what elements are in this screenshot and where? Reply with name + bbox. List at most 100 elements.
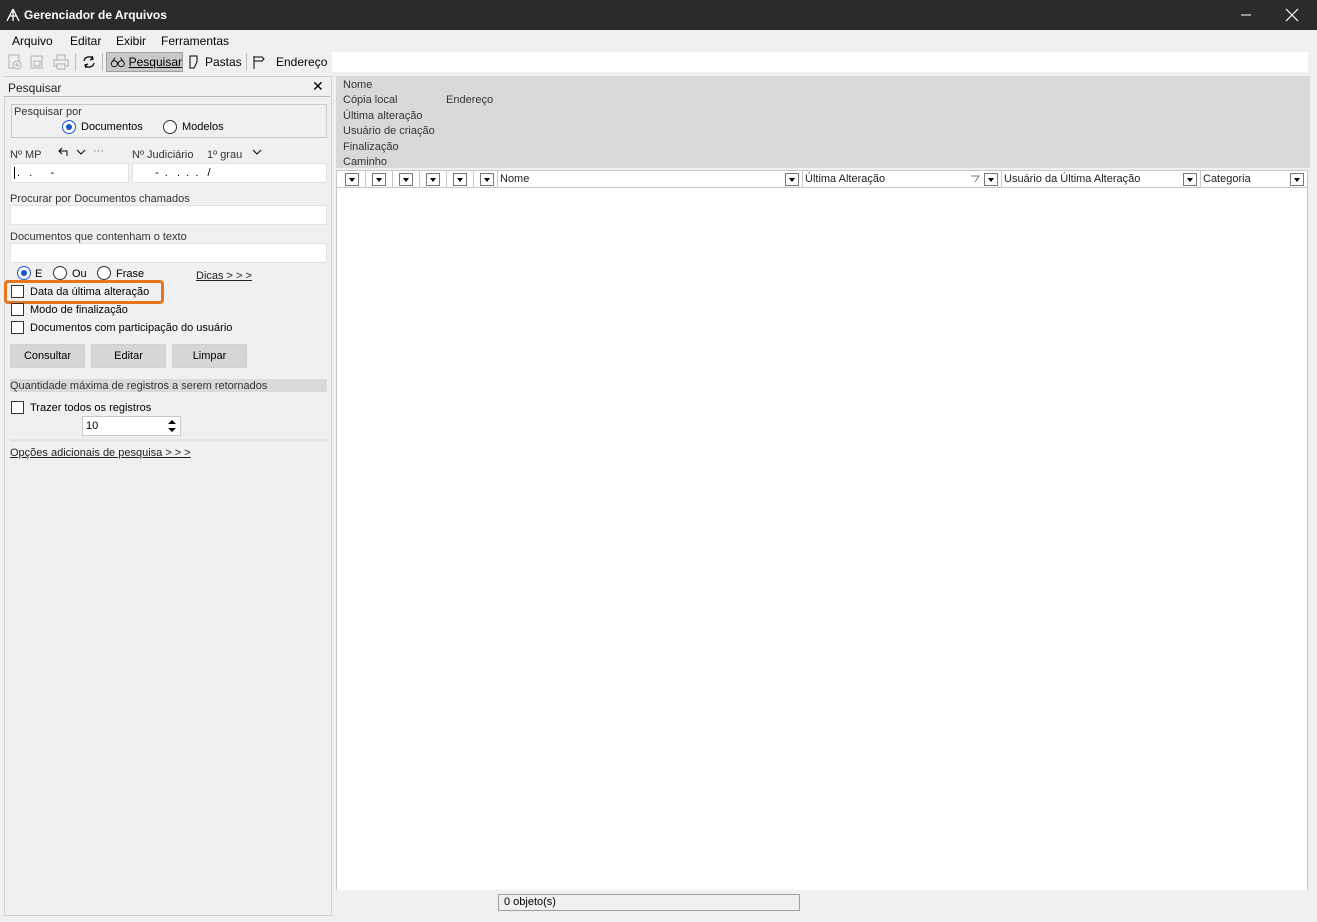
column-filter-dropdown[interactable] — [426, 173, 440, 186]
toolbar-separator — [102, 53, 103, 71]
address-input[interactable] — [332, 52, 1308, 72]
radio-or-label: Ou — [72, 268, 87, 280]
radio-documents[interactable] — [62, 120, 76, 134]
print-preview-icon[interactable] — [28, 52, 46, 72]
column-separator — [392, 171, 393, 187]
toolbar: Pesquisar Pastas Endereço — [0, 50, 332, 74]
minimize-icon[interactable] — [1232, 4, 1260, 26]
radio-phrase-label: Frase — [116, 268, 145, 280]
column-separator — [365, 171, 366, 187]
more-options-icon[interactable]: ··· — [93, 145, 104, 157]
menu-ferramentas[interactable]: Ferramentas — [161, 34, 229, 48]
address-label: Endereço — [276, 55, 328, 69]
add-document-icon[interactable] — [6, 52, 24, 72]
panel-title: Pesquisar — [8, 81, 62, 95]
highlight-box — [4, 280, 164, 304]
column-filter-dropdown[interactable] — [480, 173, 494, 186]
query-button[interactable]: Consultar — [10, 344, 85, 368]
chevron-down-icon[interactable] — [75, 147, 87, 157]
column-separator — [1001, 171, 1002, 187]
checkbox-finalization[interactable] — [11, 303, 24, 316]
column-header-category[interactable]: Categoria — [1203, 173, 1251, 185]
binoculars-icon — [110, 57, 125, 68]
close-panel-icon[interactable]: ✕ — [312, 78, 324, 95]
checkbox-all-records[interactable] — [11, 401, 24, 414]
edit-button[interactable]: Editar — [91, 344, 166, 368]
named-documents-field[interactable] — [10, 205, 327, 225]
window-title: Gerenciador de Arquivos — [24, 8, 167, 22]
search-panel-header: Pesquisar ✕ — [4, 77, 330, 97]
judicial-number-value: - . . . . / — [155, 167, 211, 179]
search-toggle-label: Pesquisar — [128, 55, 182, 69]
checkbox-finalization-label: Modo de finalização — [30, 304, 128, 316]
menu-exibir[interactable]: Exibir — [116, 34, 146, 48]
grid-header: Nome Última Alteração Usuário da Última … — [336, 170, 1308, 188]
max-records-label: Quantidade máxima de registros a serem r… — [10, 380, 268, 392]
column-separator — [1200, 171, 1201, 187]
menu-bar: Arquivo Editar Exibir Ferramentas — [0, 30, 1317, 50]
last-user-filter-dropdown[interactable] — [1183, 173, 1197, 186]
results-grid[interactable] — [336, 188, 1308, 890]
spinner-arrows-icon[interactable] — [167, 419, 177, 433]
detail-creator: Usuário de criação — [343, 125, 435, 137]
sort-icon — [971, 175, 980, 183]
folders-button[interactable]: Pastas — [187, 52, 243, 72]
print-icon[interactable] — [52, 52, 70, 72]
column-filter-dropdown[interactable] — [345, 173, 359, 186]
detail-finalization: Finalização — [343, 141, 399, 153]
column-header-last-change[interactable]: Última Alteração — [805, 173, 885, 185]
folders-label: Pastas — [205, 55, 242, 69]
judicial-number-field[interactable]: - . . . . / — [132, 163, 327, 183]
column-separator — [497, 171, 498, 187]
detail-last-change: Última alteração — [343, 110, 423, 122]
mp-number-field[interactable]: . . - — [10, 163, 129, 183]
menu-arquivo[interactable]: Arquivo — [12, 34, 53, 48]
radio-or[interactable] — [53, 266, 67, 280]
column-separator — [802, 171, 803, 187]
signpost-icon — [253, 56, 265, 69]
checkbox-all-records-label: Trazer todos os registros — [30, 402, 152, 414]
clear-button[interactable]: Limpar — [172, 344, 247, 368]
undo-icon[interactable] — [58, 146, 72, 158]
menu-editar[interactable]: Editar — [70, 34, 101, 48]
checkbox-participation-label: Documentos com participação do usuário — [30, 322, 233, 334]
detail-name: Nome — [343, 79, 373, 91]
category-filter-dropdown[interactable] — [1290, 173, 1304, 186]
address-button[interactable]: Endereço — [251, 52, 331, 72]
last-change-filter-dropdown[interactable] — [984, 173, 998, 186]
judicial-label: Nº Judiciário — [132, 149, 194, 161]
text-label: Documentos que contenham o texto — [10, 231, 187, 243]
divider — [10, 439, 327, 442]
column-header-last-user[interactable]: Usuário da Última Alteração — [1004, 173, 1140, 185]
column-filter-dropdown[interactable] — [372, 173, 386, 186]
more-search-options-link[interactable]: Opções adicionais de pesquisa > > > — [10, 447, 191, 459]
radio-and-label: E — [35, 268, 43, 280]
close-icon[interactable] — [1278, 4, 1306, 26]
radio-documents-label: Documentos — [81, 121, 143, 133]
checkbox-participation[interactable] — [11, 321, 24, 334]
radio-phrase[interactable] — [97, 266, 111, 280]
degree-dropdown-icon[interactable] — [251, 147, 263, 157]
degree-label: 1º grau — [207, 149, 243, 161]
max-records-spinner[interactable]: 10 — [82, 416, 181, 436]
named-label: Procurar por Documentos chamados — [10, 193, 190, 205]
details-pane: Nome Cópia local Endereço Última alteraç… — [336, 76, 1313, 168]
object-count: 0 objeto(s) — [498, 894, 800, 911]
refresh-icon[interactable] — [80, 52, 98, 72]
search-toggle-button[interactable]: Pesquisar — [106, 52, 183, 72]
mp-label: Nº MP — [10, 149, 42, 161]
contains-text-field[interactable] — [10, 243, 327, 263]
status-bar: 0 objeto(s) — [336, 891, 1308, 913]
column-filter-dropdown[interactable] — [453, 173, 467, 186]
right-edge — [1310, 76, 1317, 916]
radio-models[interactable] — [163, 120, 177, 134]
column-filter-dropdown[interactable] — [399, 173, 413, 186]
mp-number-value: . . - — [14, 167, 54, 179]
radio-and[interactable] — [17, 266, 31, 280]
name-filter-dropdown[interactable] — [785, 173, 799, 186]
app-logo-icon — [6, 8, 20, 22]
column-header-name[interactable]: Nome — [500, 173, 529, 185]
search-by-label: Pesquisar por — [14, 106, 82, 118]
tips-link[interactable]: Dicas > > > — [196, 270, 252, 282]
detail-address: Endereço — [446, 94, 494, 106]
